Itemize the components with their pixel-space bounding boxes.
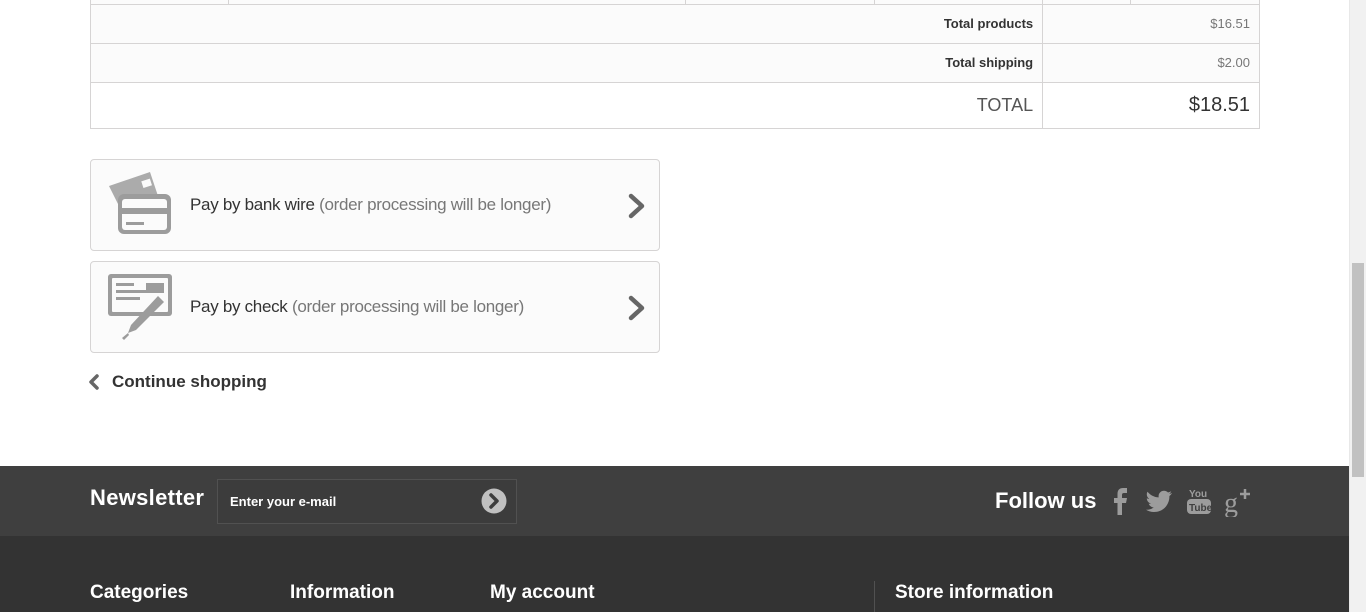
chevron-right-icon — [628, 193, 645, 219]
total-shipping-value: $2.00 — [1042, 42, 1260, 83]
pay-by-bank-wire-option[interactable]: Pay by bank wire (order processing will … — [90, 159, 660, 251]
footer-column-title: Information — [290, 582, 395, 603]
footer-column-title: Categories — [90, 582, 189, 603]
svg-text:You: You — [1189, 489, 1207, 500]
newsletter-title: Newsletter — [90, 485, 205, 510]
order-summary-table: Total products $16.51 Total shipping $2.… — [89, 0, 1260, 129]
continue-shopping-label: Continue shopping — [112, 372, 267, 391]
continue-shopping-link[interactable]: Continue shopping — [88, 372, 267, 392]
pay-option-title: Pay by check — [190, 297, 288, 316]
bank-card-icon — [109, 172, 171, 234]
pay-option-note: (order processing will be longer) — [319, 195, 552, 214]
total-products-value: $16.51 — [1042, 3, 1260, 44]
footer-column-title: Store information — [895, 582, 1054, 603]
svg-text:Tube: Tube — [1189, 503, 1213, 514]
total-label: TOTAL — [89, 81, 1044, 129]
newsletter-band: Newsletter Follow us You Tube g — [0, 466, 1349, 536]
total-value: $18.51 — [1042, 81, 1260, 129]
chevron-right-icon — [628, 295, 645, 321]
table-row: TOTAL $18.51 — [89, 81, 1260, 129]
pay-by-check-option[interactable]: Pay by check (order processing will be l… — [90, 261, 660, 353]
check-pen-icon — [108, 274, 172, 340]
newsletter-submit-button[interactable] — [481, 488, 507, 514]
pay-option-title: Pay by bank wire — [190, 195, 315, 214]
facebook-icon[interactable] — [1104, 485, 1136, 517]
newsletter-email-input[interactable] — [217, 479, 517, 524]
follow-us-title: Follow us — [995, 488, 1097, 513]
page-scrollbar[interactable] — [1349, 0, 1366, 612]
twitter-icon[interactable] — [1143, 485, 1175, 517]
total-shipping-label: Total shipping — [89, 42, 1044, 83]
footer-links-band: Categories Information My account Store … — [0, 536, 1349, 612]
scrollbar-thumb[interactable] — [1352, 263, 1364, 477]
footer-column-title: My account — [490, 582, 595, 603]
table-row: Total shipping $2.00 — [89, 42, 1260, 83]
youtube-icon[interactable]: You Tube — [1183, 485, 1215, 517]
google-plus-icon[interactable]: g — [1223, 485, 1255, 517]
table-row: Total products $16.51 — [89, 3, 1260, 44]
total-products-label: Total products — [89, 3, 1044, 44]
footer-divider — [874, 581, 875, 612]
chevron-left-icon — [89, 374, 99, 390]
pay-option-note: (order processing will be longer) — [291, 297, 524, 316]
svg-text:g: g — [1224, 488, 1238, 517]
